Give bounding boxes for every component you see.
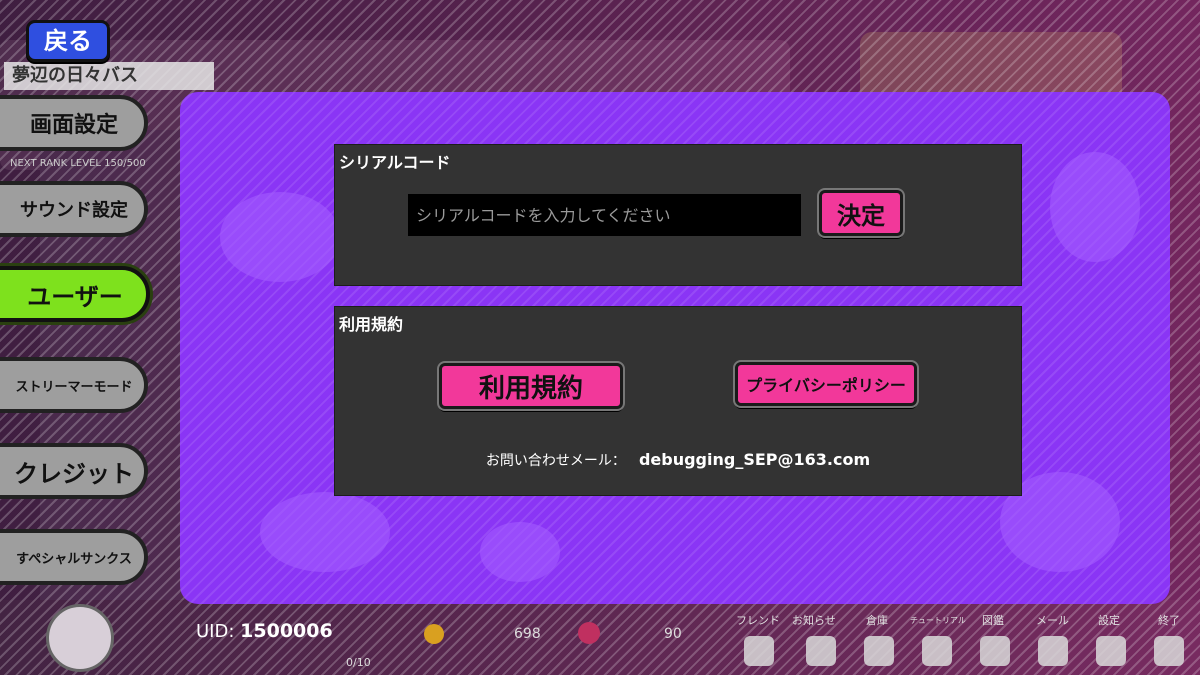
mail-icon <box>1038 636 1068 666</box>
decor-blob <box>220 192 340 282</box>
background-level-text: NEXT RANK LEVEL 150/500 <box>10 158 146 169</box>
contact-label: お問い合わせメール： <box>485 453 626 469</box>
encyclopedia-icon <box>980 636 1010 666</box>
background-event-title: 夢辺の日々バス <box>4 62 214 90</box>
nav-label-tutorial: チュートリアル <box>910 616 966 625</box>
contact-email: debugging_SEP@163.com <box>638 450 871 469</box>
terms-section-title: 利用規約 <box>339 315 404 334</box>
terms-section: 利用規約 利用規約 プライバシーポリシー お問い合わせメール： debuggin… <box>334 306 1022 496</box>
uid-display: UID: 1500006 <box>196 620 333 642</box>
decor-blob <box>1050 152 1140 262</box>
coin-count: 698 <box>514 626 541 642</box>
uid-label: UID: <box>196 621 235 642</box>
sidebar-item-user[interactable]: ユーザー <box>0 266 150 322</box>
sidebar-item-special-thanks[interactable]: すぺシャルサンクス <box>0 529 148 585</box>
serial-code-input[interactable] <box>408 194 801 236</box>
gem-icon <box>578 622 600 644</box>
nav-label-mail: メール <box>1036 614 1069 627</box>
privacy-policy-button[interactable]: プライバシーポリシー <box>735 362 917 406</box>
back-button[interactable]: 戻る <box>26 20 110 62</box>
tutorial-icon <box>922 636 952 666</box>
coin-icon <box>424 624 444 644</box>
nav-label-settings: 設定 <box>1098 614 1120 627</box>
sidebar-item-sound-settings[interactable]: サウンド設定 <box>0 181 148 237</box>
nav-label-storage: 倉庫 <box>866 614 888 627</box>
gem-count: 90 <box>664 626 682 642</box>
sidebar-item-credits[interactable]: クレジット <box>0 443 148 499</box>
nav-label-encyclopedia: 図鑑 <box>982 614 1004 627</box>
nav-label-exit: 終了 <box>1158 614 1180 627</box>
user-settings-panel: シリアルコード 決定 利用規約 利用規約 プライバシーポリシー お問い合わせメー… <box>180 92 1170 604</box>
player-avatar <box>46 604 114 672</box>
nav-label-friends: フレンド <box>736 614 780 627</box>
news-icon <box>806 636 836 666</box>
stamina-counter: 0/10 <box>346 656 371 669</box>
serial-code-section: シリアルコード 決定 <box>334 144 1022 286</box>
serial-code-title: シリアルコード <box>339 153 451 172</box>
serial-submit-button[interactable]: 決定 <box>819 190 903 236</box>
sidebar-item-display-settings[interactable]: 画面設定 <box>0 95 148 151</box>
nav-label-news: お知らせ <box>792 614 836 627</box>
gear-icon <box>1096 636 1126 666</box>
friends-icon <box>744 636 774 666</box>
storage-icon <box>864 636 894 666</box>
exit-icon <box>1154 636 1184 666</box>
decor-blob <box>480 522 560 582</box>
terms-of-service-button[interactable]: 利用規約 <box>439 363 623 409</box>
uid-value: 1500006 <box>240 620 333 642</box>
decor-blob <box>260 492 390 572</box>
contact-line: お問い合わせメール： debugging_SEP@163.com <box>335 450 1021 470</box>
sidebar-item-streamer-mode[interactable]: ストリーマーモード <box>0 357 148 413</box>
